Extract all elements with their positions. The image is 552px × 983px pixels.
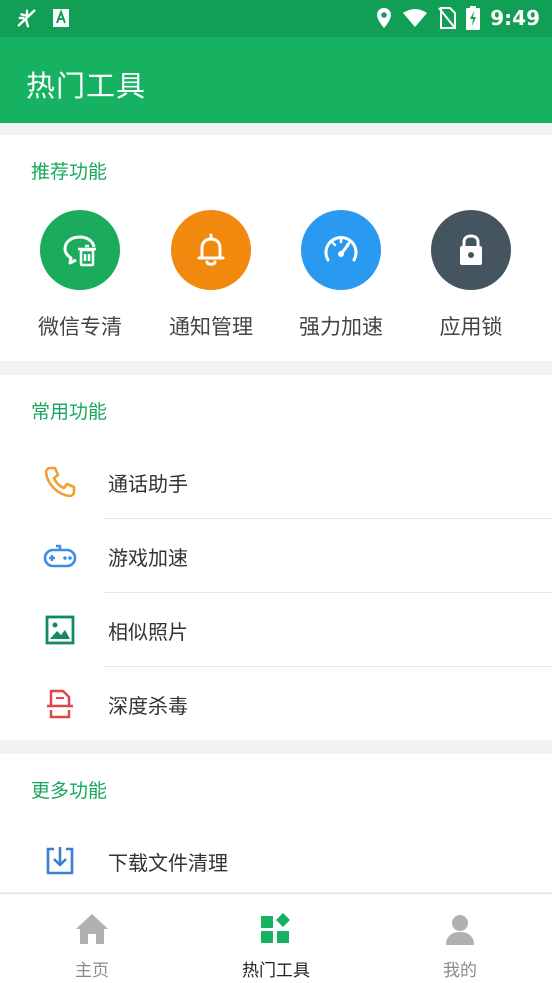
recommended-section: 推荐功能 微信专清 通知管理 强力加速 应用锁 — [0, 135, 552, 361]
status-bar: 9:49 — [0, 0, 552, 37]
lock-icon — [460, 234, 482, 265]
nav-home[interactable]: 主页 — [0, 894, 184, 983]
airplane-icon — [17, 9, 36, 28]
recommend-label: 通知管理 — [169, 315, 253, 339]
recommend-app-lock[interactable]: 应用锁 — [406, 210, 536, 340]
list-item-label: 深度杀毒 — [108, 694, 188, 718]
home-icon — [76, 914, 108, 944]
list-item-deep-antivirus[interactable]: 深度杀毒 — [0, 667, 552, 741]
recommend-label: 微信专清 — [38, 315, 122, 339]
text-a-icon — [53, 9, 69, 27]
nav-label: 主页 — [75, 961, 109, 981]
speedometer-icon — [324, 236, 358, 262]
recommend-label: 应用锁 — [439, 315, 503, 339]
common-section: 常用功能 通话助手 游戏加速 相似照片 深度杀毒 — [0, 375, 552, 740]
wechat-clean-icon — [63, 235, 96, 267]
nav-profile[interactable]: 我的 — [368, 894, 552, 983]
more-section: 更多功能 下载文件清理 — [0, 754, 552, 892]
list-item-game-boost[interactable]: 游戏加速 — [0, 519, 552, 593]
wechat-clean-icon-circle — [40, 210, 120, 290]
recommend-wechat-clean[interactable]: 微信专清 — [15, 210, 145, 340]
no-sim-icon — [438, 7, 457, 29]
recommend-power-boost[interactable]: 强力加速 — [276, 210, 406, 340]
list-item-call-assistant[interactable]: 通话助手 — [0, 445, 552, 519]
nav-label: 热门工具 — [242, 961, 310, 981]
image-icon — [45, 615, 75, 645]
list-item-label: 通话助手 — [108, 472, 188, 496]
profile-icon — [446, 915, 474, 945]
status-time: 9:49 — [490, 6, 540, 30]
recommend-notification-manage[interactable]: 通知管理 — [146, 210, 276, 340]
antivirus-icon — [47, 689, 73, 719]
bell-icon — [197, 233, 225, 266]
lock-icon-circle — [431, 210, 511, 290]
gamepad-icon — [43, 544, 77, 568]
app-bar: 热门工具 — [0, 37, 552, 123]
phone-icon — [44, 466, 76, 498]
list-item-label: 相似照片 — [108, 620, 188, 644]
section-title-more: 更多功能 — [31, 780, 108, 802]
section-title-common: 常用功能 — [31, 401, 108, 423]
download-icon — [46, 847, 74, 875]
wifi-icon — [403, 9, 428, 27]
page-title: 热门工具 — [26, 69, 147, 103]
speedometer-icon-circle — [301, 210, 381, 290]
tools-icon — [261, 913, 290, 943]
recommend-label: 强力加速 — [299, 315, 383, 339]
nav-hot-tools[interactable]: 热门工具 — [184, 894, 368, 983]
list-item-similar-photos[interactable]: 相似照片 — [0, 593, 552, 667]
bell-icon-circle — [171, 210, 251, 290]
location-icon — [377, 8, 392, 28]
bottom-nav: 主页 热门工具 我的 — [0, 893, 552, 983]
list-item-label: 游戏加速 — [108, 546, 188, 570]
list-item-label: 下载文件清理 — [108, 851, 228, 875]
section-title-recommended: 推荐功能 — [31, 161, 108, 183]
list-item-download-clean[interactable]: 下载文件清理 — [0, 824, 552, 898]
nav-label: 我的 — [443, 961, 477, 981]
battery-charging-icon — [466, 6, 481, 30]
